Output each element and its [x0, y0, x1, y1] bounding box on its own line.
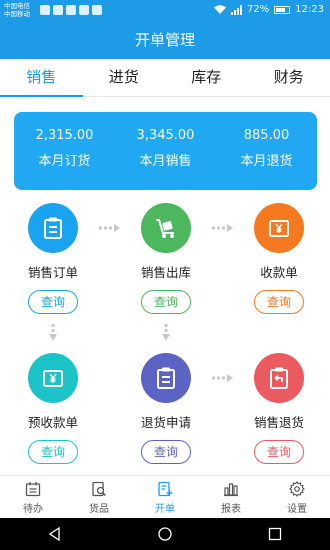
- nav-item-settings[interactable]: 设置: [264, 476, 330, 518]
- status-bar: 中国电信 中国移动 72% 12:23: [0, 0, 330, 22]
- stat-label: 本月销售: [139, 154, 192, 169]
- node-sales-return: 销售退货 查询: [234, 353, 324, 464]
- notification-icon: [40, 5, 50, 15]
- advance-receipt-query-button[interactable]: 查询: [28, 440, 78, 464]
- sales-outbound-button[interactable]: [141, 203, 191, 253]
- delivery-cart-icon: [156, 219, 174, 238]
- bar-chart-icon: [224, 483, 238, 497]
- recents-icon[interactable]: [267, 526, 283, 542]
- stat-monthly-orders[interactable]: 2,315.00 本月订货: [14, 112, 115, 190]
- return-icon: [270, 367, 288, 389]
- stat-value: 3,345.00: [136, 128, 195, 143]
- advance-receipt-button[interactable]: [28, 353, 78, 403]
- sales-return-button[interactable]: [254, 353, 304, 403]
- yen-receipt-icon: [43, 370, 63, 387]
- tab-finance[interactable]: 财务: [248, 59, 330, 96]
- back-icon[interactable]: [47, 526, 63, 542]
- notification-icons: [40, 5, 102, 15]
- stat-monthly-returns[interactable]: 885.00 本月退货: [216, 112, 317, 190]
- nav-item-create-order[interactable]: 开单: [132, 476, 198, 518]
- node-label: 退货申请: [140, 415, 191, 430]
- nav-item-report[interactable]: 报表: [198, 476, 264, 518]
- clock: 12:23: [295, 4, 324, 15]
- wifi-icon: [213, 5, 226, 14]
- yen-receipt-icon: [269, 220, 289, 237]
- nav-item-goods[interactable]: 货品: [66, 476, 132, 518]
- system-nav-bar: [0, 518, 330, 550]
- node-sales-outbound: 销售出库 查询: [121, 203, 211, 314]
- node-label: 预收款单: [27, 415, 78, 430]
- page-title: 开单管理: [0, 22, 330, 59]
- receipt-query-button[interactable]: 查询: [254, 290, 304, 314]
- gear-icon: [289, 481, 305, 497]
- stat-label: 本月退货: [240, 154, 293, 169]
- notification-icon: [66, 5, 76, 15]
- sales-order-query-button[interactable]: 查询: [28, 290, 78, 314]
- notification-icon: [92, 5, 102, 15]
- signal-icon: [230, 4, 242, 15]
- bottom-nav: 待办 货品 开单 报表 设置: [0, 475, 330, 518]
- clipboard-icon: [44, 217, 62, 239]
- stat-value: 885.00: [243, 128, 290, 143]
- flow-arrow-right-icon: [212, 224, 233, 232]
- carrier-info: 中国电信 中国移动: [4, 2, 30, 18]
- node-receipt: 收款单 查询: [234, 203, 324, 314]
- sales-outbound-query-button[interactable]: 查询: [141, 290, 191, 314]
- notification-icon: [79, 5, 89, 15]
- node-advance-receipt: 预收款单 查询: [8, 353, 98, 464]
- return-request-query-button[interactable]: 查询: [141, 440, 191, 464]
- node-label: 销售订单: [27, 265, 78, 280]
- tab-purchase[interactable]: 进货: [83, 59, 166, 96]
- tab-sales[interactable]: 销售: [0, 59, 83, 97]
- node-label: 收款单: [260, 265, 298, 280]
- return-request-button[interactable]: [141, 353, 191, 403]
- stat-label: 本月订货: [38, 154, 91, 169]
- flow-arrow-down-icon: [49, 324, 57, 341]
- monthly-stats-card: 2,315.00 本月订货 3,345.00 本月销售 885.00 本月退货: [14, 112, 317, 190]
- carrier-1: 中国电信: [4, 2, 30, 10]
- node-label: 销售退货: [253, 415, 304, 430]
- node-sales-order: 销售订单 查询: [8, 203, 98, 314]
- flow-arrow-right-icon: [212, 374, 233, 382]
- goods-search-icon: [92, 481, 106, 497]
- calendar-icon: [25, 482, 41, 497]
- node-label: 销售出库: [140, 265, 191, 280]
- flow-arrow-down-icon: [162, 324, 170, 341]
- battery-percent: 72%: [246, 4, 270, 15]
- carrier-2: 中国移动: [4, 10, 30, 18]
- stat-monthly-sales[interactable]: 3,345.00 本月销售: [115, 112, 216, 190]
- nav-label: 设置: [287, 504, 307, 515]
- tab-bar: 销售 进货 库存 财务: [0, 59, 330, 97]
- status-right: 72% 12:23: [213, 4, 324, 15]
- battery-icon: [274, 5, 291, 14]
- sales-return-query-button[interactable]: 查询: [254, 440, 304, 464]
- node-return-request: 退货申请 查询: [121, 353, 211, 464]
- flow-arrow-right-icon: [99, 224, 120, 232]
- receipt-button[interactable]: [254, 203, 304, 253]
- nav-label: 开单: [155, 504, 175, 515]
- nav-label: 报表: [221, 504, 241, 515]
- stat-value: 2,315.00: [35, 128, 94, 143]
- sales-order-button[interactable]: [28, 203, 78, 253]
- notification-icon: [53, 5, 63, 15]
- clipboard-icon: [157, 367, 175, 389]
- home-icon[interactable]: [157, 526, 173, 542]
- tab-inventory[interactable]: 库存: [165, 59, 248, 96]
- nav-item-todo[interactable]: 待办: [0, 476, 66, 518]
- nav-label: 货品: [89, 504, 109, 515]
- create-order-icon: [158, 481, 173, 497]
- nav-label: 待办: [23, 504, 43, 515]
